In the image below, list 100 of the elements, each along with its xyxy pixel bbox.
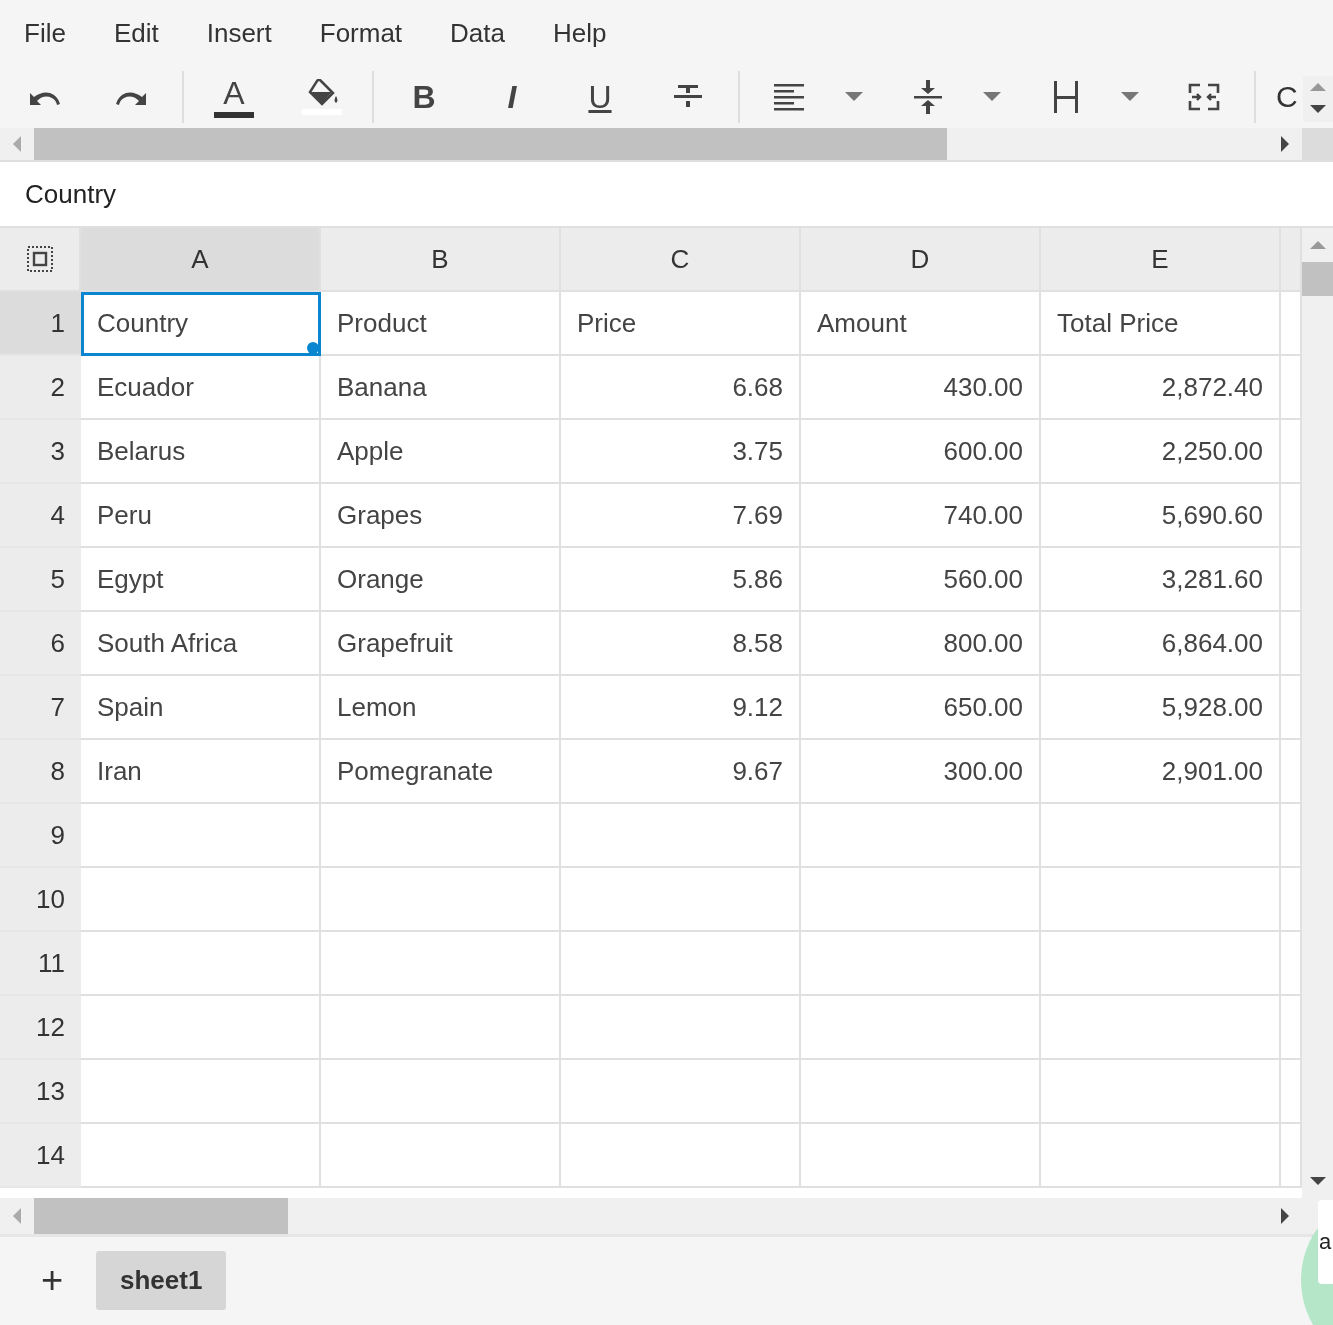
table-cell[interactable]: Belarus (81, 420, 321, 484)
row-header[interactable]: 4 (0, 484, 81, 548)
table-cell[interactable]: 740.00 (801, 484, 1041, 548)
table-cell[interactable] (801, 1124, 1041, 1188)
row-header[interactable]: 5 (0, 548, 81, 612)
table-cell[interactable] (1041, 868, 1281, 932)
column-header[interactable]: E (1041, 228, 1281, 292)
table-cell[interactable]: 430.00 (801, 356, 1041, 420)
table-cell[interactable]: 2,901.00 (1041, 740, 1281, 804)
table-cell[interactable]: Country (81, 292, 321, 356)
table-cell[interactable] (321, 868, 561, 932)
fill-handle[interactable] (307, 342, 319, 354)
row-header[interactable]: 6 (0, 612, 81, 676)
scrollbar-thumb[interactable] (34, 128, 947, 160)
table-cell[interactable] (81, 932, 321, 996)
table-cell[interactable]: Grapes (321, 484, 561, 548)
table-cell[interactable] (561, 1060, 801, 1124)
scroll-arrows-icon[interactable] (1303, 76, 1333, 122)
table-cell[interactable] (561, 868, 801, 932)
table-cell[interactable] (81, 996, 321, 1060)
table-cell[interactable] (801, 932, 1041, 996)
table-cell[interactable] (561, 932, 801, 996)
table-cell[interactable] (801, 868, 1041, 932)
table-cell[interactable]: Amount (801, 292, 1041, 356)
column-header[interactable]: C (561, 228, 801, 292)
scrollbar-thumb[interactable] (34, 1198, 288, 1234)
menu-item[interactable]: Help (537, 11, 623, 55)
italic-button[interactable]: I (474, 70, 550, 124)
menu-item[interactable]: Data (434, 11, 521, 55)
table-cell[interactable]: 5,690.60 (1041, 484, 1281, 548)
table-cell[interactable] (1041, 932, 1281, 996)
table-cell[interactable]: 9.67 (561, 740, 801, 804)
table-cell[interactable]: Total Price (1041, 292, 1281, 356)
table-cell[interactable]: Lemon (321, 676, 561, 740)
toolbar-button[interactable]: C (1276, 70, 1306, 124)
table-cell[interactable] (81, 1124, 321, 1188)
table-cell[interactable] (81, 1060, 321, 1124)
menu-item[interactable]: Format (303, 11, 419, 55)
table-cell[interactable]: Ecuador (81, 356, 321, 420)
column-header[interactable]: D (801, 228, 1041, 292)
row-header[interactable]: 7 (0, 676, 81, 740)
table-cell[interactable] (801, 1060, 1041, 1124)
column-header[interactable] (1281, 228, 1302, 292)
table-cell[interactable]: 7.69 (561, 484, 801, 548)
table-cell[interactable]: 2,250.00 (1041, 420, 1281, 484)
table-cell[interactable]: 5.86 (561, 548, 801, 612)
row-header[interactable]: 10 (0, 868, 81, 932)
font-color-button[interactable]: A (196, 70, 272, 124)
add-sheet-button[interactable]: + (30, 1255, 74, 1305)
table-cell[interactable] (1041, 1060, 1281, 1124)
table-cell[interactable]: Orange (321, 548, 561, 612)
table-cell[interactable]: Price (561, 292, 801, 356)
table-cell[interactable] (1041, 804, 1281, 868)
table-cell[interactable]: Apple (321, 420, 561, 484)
floating-card[interactable]: a (1318, 1200, 1333, 1284)
table-cell[interactable] (321, 1060, 561, 1124)
row-header[interactable]: 13 (0, 1060, 81, 1124)
menu-item[interactable]: Edit (97, 11, 175, 55)
table-cell[interactable] (321, 932, 561, 996)
sheet-tab[interactable]: sheet1 (96, 1250, 227, 1310)
underline-button[interactable]: U (562, 70, 638, 124)
table-cell[interactable] (81, 804, 321, 868)
table-cell[interactable] (1041, 1124, 1281, 1188)
table-cell[interactable]: Iran (81, 740, 321, 804)
formula-bar[interactable]: Country (0, 162, 1333, 228)
column-header[interactable]: A (81, 228, 321, 292)
row-header[interactable]: 9 (0, 804, 81, 868)
menu-item[interactable]: Insert (190, 11, 288, 55)
row-header[interactable]: 14 (0, 1124, 81, 1188)
menu-item[interactable]: File (8, 11, 82, 55)
table-cell[interactable]: South Africa (81, 612, 321, 676)
table-cell[interactable]: Product (321, 292, 561, 356)
table-cell[interactable]: 650.00 (801, 676, 1041, 740)
table-cell[interactable]: Banana (321, 356, 561, 420)
table-cell[interactable] (1041, 996, 1281, 1060)
row-header[interactable]: 2 (0, 356, 81, 420)
table-cell[interactable]: 3,281.60 (1041, 548, 1281, 612)
row-header[interactable]: 12 (0, 996, 81, 1060)
column-header[interactable]: B (321, 228, 561, 292)
row-header[interactable]: 11 (0, 932, 81, 996)
table-cell[interactable] (801, 804, 1041, 868)
table-cell[interactable]: 8.58 (561, 612, 801, 676)
table-cell[interactable] (321, 996, 561, 1060)
table-cell[interactable] (561, 996, 801, 1060)
table-cell[interactable]: Pomegranate (321, 740, 561, 804)
table-cell[interactable]: 9.12 (561, 676, 801, 740)
table-cell[interactable]: Peru (81, 484, 321, 548)
table-cell[interactable]: 6,864.00 (1041, 612, 1281, 676)
table-cell[interactable]: 5,928.00 (1041, 676, 1281, 740)
table-cell[interactable]: 2,872.40 (1041, 356, 1281, 420)
table-cell[interactable]: Spain (81, 676, 321, 740)
table-cell[interactable]: Grapefruit (321, 612, 561, 676)
table-cell[interactable] (561, 804, 801, 868)
table-cell[interactable]: 800.00 (801, 612, 1041, 676)
select-all-icon[interactable] (0, 228, 81, 292)
table-cell[interactable] (321, 804, 561, 868)
table-cell[interactable]: 300.00 (801, 740, 1041, 804)
table-cell[interactable] (561, 1124, 801, 1188)
table-cell[interactable] (81, 868, 321, 932)
row-header[interactable]: 1 (0, 292, 81, 356)
